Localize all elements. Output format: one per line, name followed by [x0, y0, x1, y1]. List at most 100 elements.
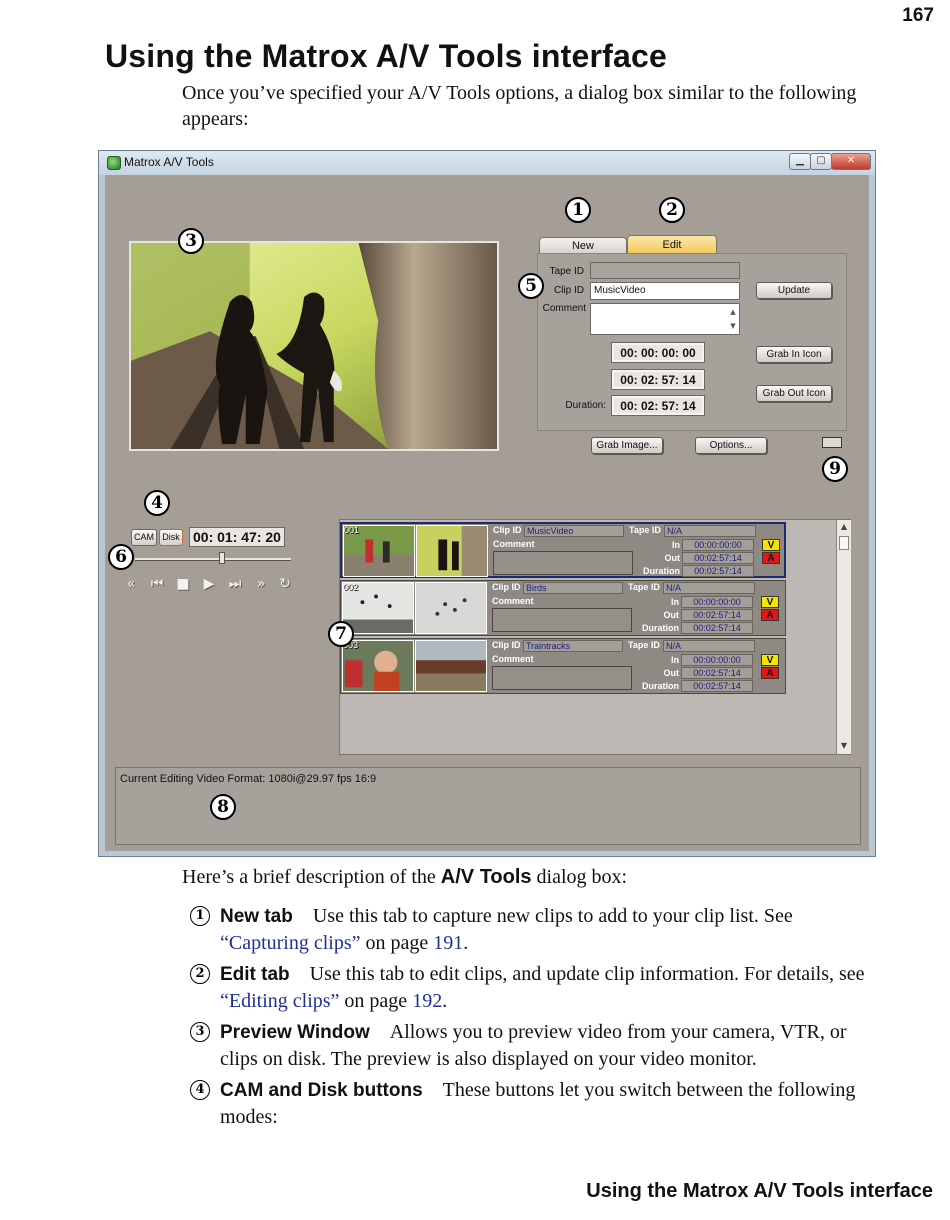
callout-5: 5 [518, 273, 544, 299]
callout-2: 2 [659, 197, 685, 223]
scroll-up-icon[interactable]: ▲ [837, 521, 851, 533]
item-number: 2 [190, 964, 210, 984]
item-number: 4 [190, 1080, 210, 1100]
preview-image [131, 243, 497, 449]
scroll-thumb[interactable] [839, 536, 849, 550]
update-button[interactable]: Update [756, 282, 832, 299]
position-slider-thumb[interactable] [219, 552, 226, 564]
audio-track-badge: A [761, 609, 779, 621]
loop-icon[interactable]: ↻ [275, 576, 295, 592]
in-value: 00:00:00:00 [681, 654, 753, 666]
clip-row[interactable]: 002 Clip ID Birds Tape ID N/A Comment In 00:00:… [340, 580, 786, 636]
in-value: 00:00:00:00 [681, 596, 753, 608]
tape-id-value: N/A [664, 525, 756, 537]
item-term: Preview Window [220, 1022, 370, 1043]
page-number: 167 [902, 5, 934, 26]
window-titlebar[interactable]: Matrox A/V Tools ▁ ▢ ✕ [99, 151, 875, 175]
editing-clips-link[interactable]: “Editing clips” [220, 990, 339, 1012]
out-label: Out [664, 553, 681, 563]
disk-button[interactable]: Disk [159, 529, 183, 546]
clip-id-value: MusicVideo [524, 525, 624, 537]
description-item-new-tab: 1 New tab Use this tab to capture new cli… [190, 903, 880, 956]
tape-id-value: N/A [663, 582, 755, 594]
clip-id-label: Clip ID [553, 285, 584, 296]
comment-label: Comment [493, 539, 535, 549]
clip-comment-box [492, 666, 632, 690]
callout-1: 1 [565, 197, 591, 223]
description-item-cam-disk: 4 CAM and Disk buttons These buttons let … [190, 1077, 880, 1130]
in-label: In [672, 540, 680, 550]
window-client-area: New Edit Tape ID Clip ID MusicVideo Comm… [105, 175, 869, 851]
callout-3: 3 [178, 228, 204, 254]
options-button[interactable]: Options... [695, 437, 767, 454]
position-slider-track[interactable] [135, 558, 291, 561]
tab-edit[interactable]: Edit [627, 235, 717, 254]
clip-comment-box [492, 608, 632, 632]
grab-out-icon-button[interactable]: Grab Out Icon [756, 385, 832, 402]
minimize-button[interactable]: ▁ [789, 153, 811, 170]
callout-8: 8 [210, 794, 236, 820]
intro-paragraph: Once you’ve specified your A/V Tools opt… [182, 82, 857, 130]
clip-row[interactable]: 003 Clip ID Traintracks Tape ID N/A Comment In… [340, 638, 786, 694]
duration-value: 00:02:57:14 [681, 680, 753, 692]
fast-forward-icon[interactable]: » [251, 576, 271, 592]
maximize-button[interactable]: ▢ [810, 153, 832, 170]
duration-label: Duration [642, 681, 679, 691]
previous-icon[interactable]: ⏮ [147, 576, 167, 592]
video-track-badge: V [762, 539, 780, 551]
clip-out-thumbnail[interactable] [415, 640, 487, 692]
tab-new[interactable]: New [539, 237, 627, 254]
tape-id-label: Tape ID [628, 640, 660, 650]
timecode-in: 00: 00: 00: 00 [611, 342, 705, 363]
grab-in-icon-button[interactable]: Grab In Icon [756, 346, 832, 363]
clip-id-label: Clip ID [492, 582, 521, 592]
clip-row[interactable]: 001 Clip ID MusicVideo Tape ID N/A Comment In 0… [340, 522, 786, 578]
av-tools-window: Matrox A/V Tools ▁ ▢ ✕ New Edit Tape ID … [98, 150, 876, 857]
item-term: CAM and Disk buttons [220, 1080, 423, 1101]
comment-label: Comment [492, 596, 534, 606]
page-191-link[interactable]: 191 [433, 932, 463, 954]
out-value: 00:02:57:14 [681, 609, 753, 621]
tape-id-value: N/A [663, 640, 755, 652]
clip-out-thumbnail[interactable] [415, 582, 487, 634]
out-label: Out [663, 610, 680, 620]
item-number: 1 [190, 906, 210, 926]
clip-list-scrollbar[interactable]: ▲ ▼ [836, 520, 851, 754]
capturing-clips-link[interactable]: “Capturing clips” [220, 932, 361, 954]
page-192-link[interactable]: 192 [412, 990, 442, 1012]
comment-field[interactable] [590, 303, 740, 335]
duration-label: Duration [643, 566, 680, 576]
tape-id-label: Tape ID [549, 266, 584, 277]
video-format-status: Current Editing Video Format: 1080i@29.9… [120, 773, 377, 785]
clip-id-label: Clip ID [493, 525, 522, 535]
play-icon[interactable]: ▶ [199, 576, 219, 592]
grab-image-button[interactable]: Grab Image... [591, 437, 663, 454]
matrox-app-icon [107, 156, 121, 170]
stop-icon[interactable]: ■ [173, 576, 193, 592]
rewind-icon[interactable]: « [121, 576, 141, 592]
callout-7: 7 [328, 621, 354, 647]
out-value: 00:02:57:14 [681, 667, 753, 679]
clip-out-thumbnail[interactable] [416, 525, 488, 577]
in-label: In [671, 597, 679, 607]
preview-window [129, 241, 499, 451]
comment-label: Comment [492, 654, 534, 664]
tape-id-field[interactable] [590, 262, 740, 279]
scroll-down-icon[interactable]: ▼ [837, 740, 851, 752]
item-term: Edit tab [220, 964, 290, 985]
duration-label: Duration: [565, 400, 606, 411]
clip-id-field[interactable]: MusicVideo [590, 282, 740, 300]
close-button[interactable]: ✕ [831, 153, 871, 170]
description-item-edit-tab: 2 Edit tab Use this tab to edit clips, an… [190, 961, 880, 1014]
clip-number: 001 [344, 525, 360, 535]
transport-timecode: 00: 01: 47: 20 [189, 527, 285, 547]
duration-value: 00:02:57:14 [682, 565, 754, 577]
comment-scroll-arrows[interactable]: ▲ ▼ [728, 305, 738, 333]
edit-tab-panel: Tape ID Clip ID MusicVideo Comment ▲ ▼ 00… [537, 253, 847, 431]
next-icon[interactable]: ⏭ [225, 576, 245, 592]
clip-list[interactable]: 001 Clip ID MusicVideo Tape ID N/A Comment In 0… [339, 519, 851, 755]
item-term: New tab [220, 906, 293, 927]
cam-button[interactable]: CAM [131, 529, 157, 546]
in-value: 00:00:00:00 [682, 539, 754, 551]
monitor-toggle-icon[interactable] [822, 437, 842, 448]
